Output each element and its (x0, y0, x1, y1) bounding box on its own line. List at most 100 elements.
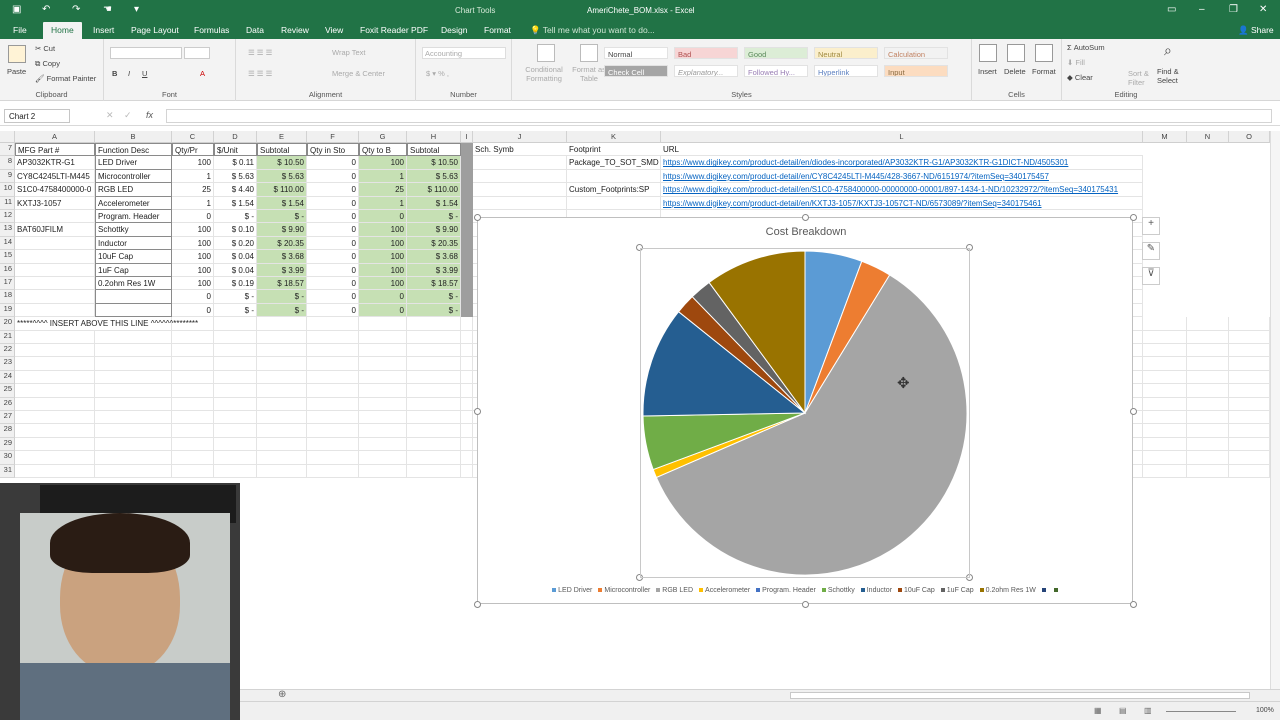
cell-f[interactable]: 0 (307, 290, 359, 304)
cell-empty[interactable] (257, 437, 307, 452)
align-left-icon[interactable]: ☰ ☰ ☰ (248, 69, 272, 78)
cell-h[interactable]: $ 18.57 (407, 277, 461, 291)
legend-item[interactable]: Program. Header (756, 587, 816, 594)
cell-g[interactable]: 1 (359, 196, 407, 210)
normal-view-icon[interactable]: ▦ (1094, 706, 1102, 715)
tab-design[interactable]: Design (439, 25, 469, 35)
format-table-icon[interactable] (580, 44, 598, 62)
cell-empty[interactable] (257, 411, 307, 425)
row-header[interactable]: 25 (0, 384, 15, 398)
cell-c[interactable]: 100 (172, 236, 214, 251)
cell-b[interactable]: RGB LED (95, 183, 172, 197)
cell-empty[interactable] (307, 451, 359, 465)
confirm-entry-icon[interactable]: ✓ (124, 110, 132, 121)
cell-e[interactable]: $ 9.90 (257, 223, 307, 237)
cell-c[interactable]: 100 (172, 277, 214, 291)
new-sheet-icon[interactable]: ⊕ (278, 689, 286, 700)
cell-empty[interactable] (214, 357, 257, 371)
column-header-n[interactable]: N (1187, 131, 1229, 143)
cell-a[interactable]: S1C0-4758400000-0 (15, 183, 95, 197)
format-painter-button[interactable]: 🖌 Format Painter (35, 74, 96, 83)
currency-icon[interactable]: $ ▾ % , (426, 69, 449, 78)
cell-empty[interactable] (407, 344, 461, 358)
cell-empty[interactable] (307, 344, 359, 358)
cell-h[interactable]: $ - (407, 290, 461, 304)
cell-c[interactable]: 0 (172, 210, 214, 224)
cell-empty[interactable] (1187, 344, 1229, 358)
cell-empty[interactable] (15, 397, 95, 411)
column-header-e[interactable]: E (257, 131, 307, 143)
insert-above-note[interactable]: *****^^^^ INSERT ABOVE THIS LINE ^^^^^^*… (15, 317, 198, 331)
cell-empty[interactable] (15, 411, 95, 425)
cell-empty[interactable] (307, 357, 359, 371)
cell-i[interactable] (461, 290, 473, 304)
cell-g[interactable]: 100 (359, 250, 407, 264)
cell-a[interactable]: BAT60JFILM (15, 223, 95, 237)
cell-g[interactable]: 100 (359, 277, 407, 291)
cell-d[interactable]: $ 5.63 (214, 169, 257, 184)
minimize-icon[interactable]: – (1199, 4, 1205, 15)
cell-empty[interactable] (1229, 317, 1270, 331)
cell-empty[interactable] (359, 397, 407, 411)
cell-c[interactable]: 100 (172, 223, 214, 237)
table-header-cell[interactable]: Subtotal (407, 143, 461, 157)
cell-e[interactable]: $ 18.57 (257, 277, 307, 291)
cell-empty[interactable] (1143, 397, 1187, 411)
cell-empty[interactable] (307, 384, 359, 398)
cell-d[interactable]: $ 0.20 (214, 236, 257, 251)
cell-empty[interactable] (257, 344, 307, 358)
fill-button[interactable]: ⬇ Fill (1067, 58, 1085, 67)
cell-c[interactable]: 100 (172, 263, 214, 277)
plot-area-handle[interactable] (636, 244, 643, 251)
row-header[interactable]: 12 (0, 210, 15, 224)
plot-area-handle[interactable] (966, 574, 973, 581)
cell-empty[interactable] (257, 330, 307, 344)
sort-filter-button[interactable]: Sort & Filter (1128, 69, 1152, 87)
insert-function-icon[interactable]: fx (146, 110, 153, 120)
cell-b[interactable]: Schottky (95, 223, 172, 237)
cell-h[interactable]: $ - (407, 210, 461, 224)
cell-empty[interactable] (461, 464, 473, 478)
row-header[interactable]: 29 (0, 437, 15, 452)
find-select-button[interactable]: Find & Select (1157, 67, 1189, 85)
cell-e[interactable]: $ 3.68 (257, 250, 307, 264)
cell-empty[interactable] (307, 411, 359, 425)
cell-e[interactable]: $ 110.00 (257, 183, 307, 197)
cell-l[interactable]: https://www.digikey.com/product-detail/e… (661, 169, 1143, 184)
cell-i[interactable] (461, 277, 473, 291)
cell-empty[interactable] (407, 411, 461, 425)
cell-d[interactable]: $ 0.10 (214, 223, 257, 237)
legend-item[interactable]: Schottky (821, 587, 855, 594)
cell-c[interactable]: 25 (172, 183, 214, 197)
redo-icon[interactable]: ↷ (72, 4, 80, 15)
plot-area-handle[interactable] (966, 244, 973, 251)
cell-empty[interactable] (461, 330, 473, 344)
cell-c[interactable]: 100 (172, 156, 214, 170)
name-box[interactable]: Chart 2 (4, 109, 70, 123)
cell-g[interactable]: 0 (359, 290, 407, 304)
cell-empty[interactable] (1143, 451, 1187, 465)
cell-empty[interactable] (1143, 370, 1187, 385)
cell-empty[interactable] (95, 344, 172, 358)
cell-k[interactable] (567, 169, 661, 184)
cell-empty[interactable] (1143, 357, 1187, 371)
cell-b[interactable]: 1uF Cap (95, 263, 172, 277)
column-header-h[interactable]: H (407, 131, 461, 143)
row-header[interactable]: 24 (0, 370, 15, 385)
style-neutral[interactable]: Neutral (814, 47, 878, 59)
row-header[interactable]: 19 (0, 303, 15, 318)
cell-b[interactable]: Program. Header (95, 210, 172, 224)
row-header[interactable]: 18 (0, 290, 15, 304)
style-normal[interactable]: Normal (604, 47, 668, 59)
bold-icon[interactable]: B (112, 69, 117, 78)
row-header[interactable]: 28 (0, 424, 15, 438)
cell-f[interactable]: 0 (307, 169, 359, 184)
table-header-cell[interactable]: $/Unit (214, 143, 257, 157)
cell-a[interactable]: AP3032KTR-G1 (15, 156, 95, 170)
cell-empty[interactable] (359, 357, 407, 371)
row-header[interactable]: 23 (0, 357, 15, 371)
tab-data[interactable]: Data (244, 25, 266, 35)
cell-g[interactable]: 25 (359, 183, 407, 197)
pie-plot-area[interactable] (640, 248, 970, 578)
row-header[interactable]: 31 (0, 464, 15, 478)
